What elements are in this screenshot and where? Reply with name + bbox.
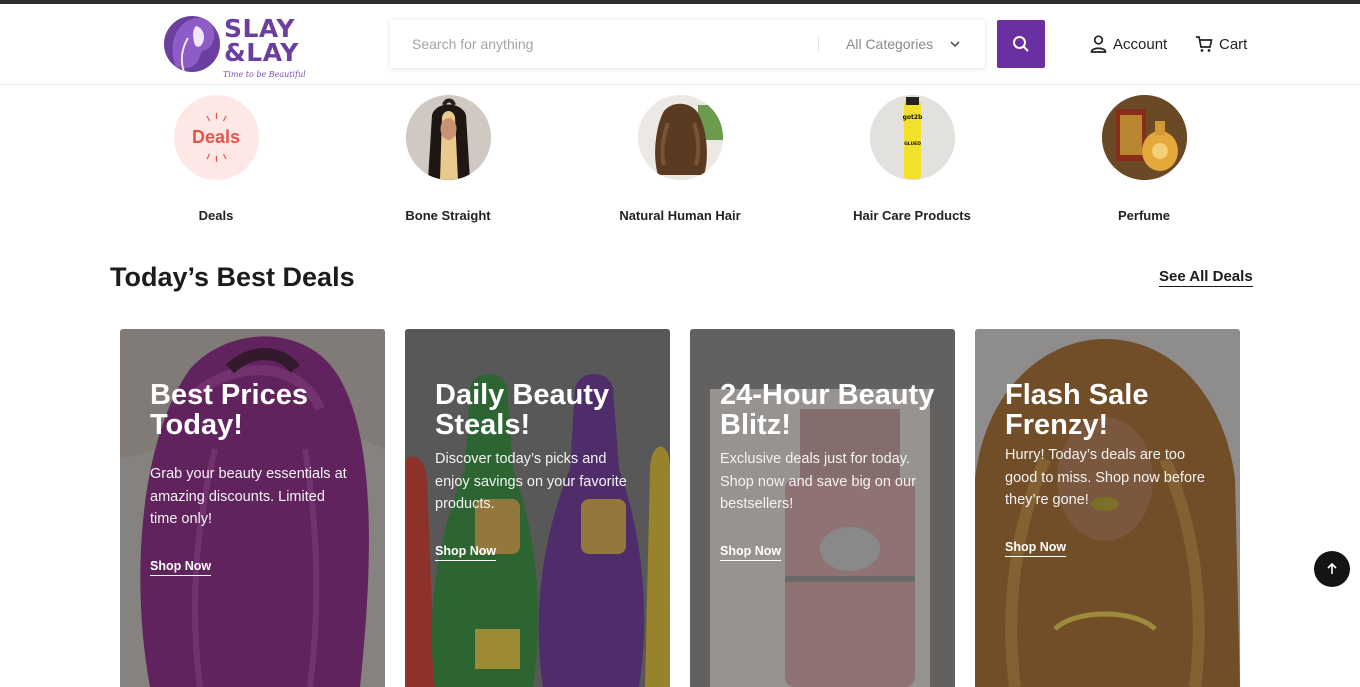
- category-label: Deals: [198, 208, 234, 223]
- cart-label: Cart: [1219, 35, 1248, 53]
- search-icon: [1013, 36, 1029, 52]
- category-label: Perfume: [1117, 208, 1171, 223]
- cart-link[interactable]: Cart: [1195, 33, 1247, 55]
- deal-card[interactable]: Daily Beauty Steals! Discover today’s pi…: [405, 329, 670, 687]
- deal-description: Grab your beauty essentials at amazing d…: [150, 466, 347, 527]
- account-link[interactable]: Account: [1090, 33, 1167, 55]
- wig-image-icon: [405, 95, 491, 180]
- category-bone-straight[interactable]: Bone Straight: [358, 95, 538, 223]
- deal-title: 24-Hour Beauty Blitz!: [720, 379, 935, 441]
- deal-description: Hurry! Today’s deals are too good to mis…: [1005, 447, 1205, 508]
- category-natural-human-hair[interactable]: Natural Human Hair: [590, 95, 770, 223]
- search-bar: All Categories: [390, 20, 985, 68]
- site-header: SLAY &LAY Time to be Beautiful All Categ…: [0, 4, 1360, 85]
- search-divider: [818, 36, 819, 52]
- gel-tube-image-icon: got2b GLUED: [869, 95, 955, 180]
- deal-title: Best Prices Today!: [150, 379, 308, 441]
- shop-now-link[interactable]: Shop Now: [435, 544, 497, 561]
- shop-now-link[interactable]: Shop Now: [720, 544, 782, 561]
- user-icon: [1090, 35, 1107, 53]
- brand-logo[interactable]: SLAY &LAY Time to be Beautiful: [162, 8, 312, 82]
- search-button[interactable]: [997, 20, 1045, 68]
- perfume-bottle-image-icon: [1101, 95, 1187, 180]
- deal-title: Daily Beauty Steals!: [435, 379, 610, 441]
- deal-card[interactable]: 24-Hour Beauty Blitz! Exclusive deals ju…: [690, 329, 955, 687]
- back-to-top-button[interactable]: [1314, 551, 1350, 587]
- account-label: Account: [1113, 35, 1168, 53]
- brand-tagline: Time to be Beautiful: [223, 70, 306, 79]
- chevron-down-icon[interactable]: [950, 39, 960, 49]
- brand-name-line2: &LAY: [224, 38, 299, 67]
- category-deals[interactable]: Deals Deals: [126, 95, 306, 223]
- deal-card[interactable]: Best Prices Today! Grab your beauty esse…: [120, 329, 385, 687]
- perfume-image: [1101, 95, 1187, 180]
- hair-care-image: got2b GLUED: [869, 95, 955, 180]
- logo-emblem-icon: [164, 16, 220, 73]
- deal-description: Discover today’s picks and enjoy savings…: [435, 451, 627, 512]
- see-all-deals-link[interactable]: See All Deals: [1159, 268, 1253, 287]
- shop-now-link[interactable]: Shop Now: [1005, 540, 1067, 557]
- category-select[interactable]: All Categories: [846, 20, 933, 68]
- section-title: Today’s Best Deals: [110, 262, 355, 292]
- deal-title: Flash Sale Frenzy!: [1005, 379, 1149, 441]
- category-label: Natural Human Hair: [619, 208, 741, 223]
- shop-now-link[interactable]: Shop Now: [150, 559, 212, 576]
- category-perfume[interactable]: Perfume: [1054, 95, 1234, 223]
- sparkle-icon: [205, 113, 227, 162]
- search-input[interactable]: [390, 20, 818, 68]
- category-label: Bone Straight: [405, 208, 491, 223]
- natural-hair-image: [637, 95, 723, 180]
- curly-hair-image-icon: [637, 95, 723, 180]
- arrow-up-icon: [1327, 562, 1337, 574]
- category-hair-care-products[interactable]: got2b GLUED Hair Care Products: [822, 95, 1002, 223]
- bone-straight-image: [405, 95, 491, 180]
- svg-text:got2b: got2b: [902, 114, 922, 121]
- cart-icon: [1196, 36, 1213, 52]
- category-label: Hair Care Products: [853, 208, 971, 223]
- deal-card[interactable]: Flash Sale Frenzy! Hurry! Today’s deals …: [975, 329, 1240, 687]
- svg-text:GLUED: GLUED: [904, 141, 921, 147]
- deal-description: Exclusive deals just for today. Shop now…: [720, 451, 916, 512]
- category-strip: Deals Deals Bone Straight Natural Human …: [0, 90, 1360, 230]
- deals-badge: Deals: [173, 95, 259, 180]
